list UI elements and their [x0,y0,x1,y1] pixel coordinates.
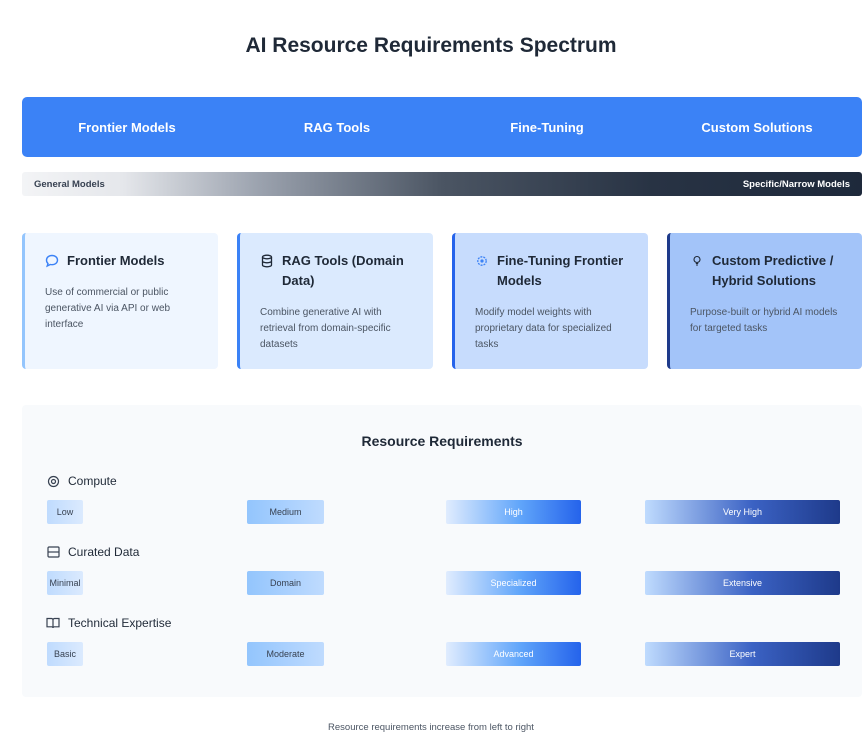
card-description: Use of commercial or public generative A… [45,287,171,330]
category-compute: Compute [46,474,117,488]
category-label: Technical Expertise [68,616,172,630]
card-title: Fine-Tuning Frontier Models [497,253,624,288]
header-item-rag: RAG Tools [303,119,371,135]
card-title: RAG Tools (Domain Data) [282,253,404,288]
card-description: Combine generative AI with retrieval fro… [260,307,391,350]
card-fine-tuning: Fine-Tuning Frontier Models Modify model… [452,233,648,369]
category-curated-data: Curated Data [46,545,139,559]
card-custom-solutions: Custom Predictive / Hybrid Solutions Pur… [667,233,862,369]
header-item-custom: Custom Solutions [701,119,813,135]
spectrum-gradient-bar: General Models Specific/Narrow Models [22,172,862,196]
database-icon [260,251,274,271]
book-icon [46,616,60,630]
level-expert: Expert [645,642,840,666]
card-description: Modify model weights with proprietary da… [475,307,612,350]
level-very-high: Very High [645,500,840,524]
level-low: Low [47,500,83,524]
chat-bubble-icon [45,251,59,271]
level-specialized: Specialized [446,571,581,595]
level-minimal: Minimal [47,571,83,595]
card-rag-tools: RAG Tools (Domain Data) Combine generati… [237,233,433,369]
level-domain: Domain [247,571,324,595]
lightbulb-icon [690,251,704,271]
header-item-frontier: Frontier Models [78,119,176,135]
card-title: Custom Predictive / Hybrid Solutions [712,253,834,288]
level-extensive: Extensive [645,571,840,595]
category-label: Compute [68,474,117,488]
level-moderate: Moderate [247,642,324,666]
spectrum-right-label: Specific/Narrow Models [742,178,850,190]
level-advanced: Advanced [446,642,581,666]
level-high: High [446,500,581,524]
page-title: AI Resource Requirements Spectrum [245,34,617,57]
header-item-fine-tuning: Fine-Tuning [510,119,584,135]
card-title: Frontier Models [67,253,165,268]
category-label: Curated Data [68,545,140,559]
database-icon [46,545,60,559]
cpu-icon [46,474,60,488]
gear-icon [475,251,489,271]
category-technical-expertise: Technical Expertise [46,616,171,630]
level-medium: Medium [247,500,324,524]
level-basic: Basic [47,642,83,666]
footer-note: Resource requirements increase from left… [328,722,534,733]
card-description: Purpose-built or hybrid AI models for ta… [690,307,838,334]
approach-header-bar: Frontier Models RAG Tools Fine-Tuning Cu… [22,97,862,157]
spectrum-left-label: General Models [34,178,105,190]
card-frontier-models: Frontier Models Use of commercial or pub… [22,233,218,369]
resource-requirements-panel: Resource Requirements Compute Low Medium… [22,405,862,697]
panel-title: Resource Requirements [361,433,523,449]
